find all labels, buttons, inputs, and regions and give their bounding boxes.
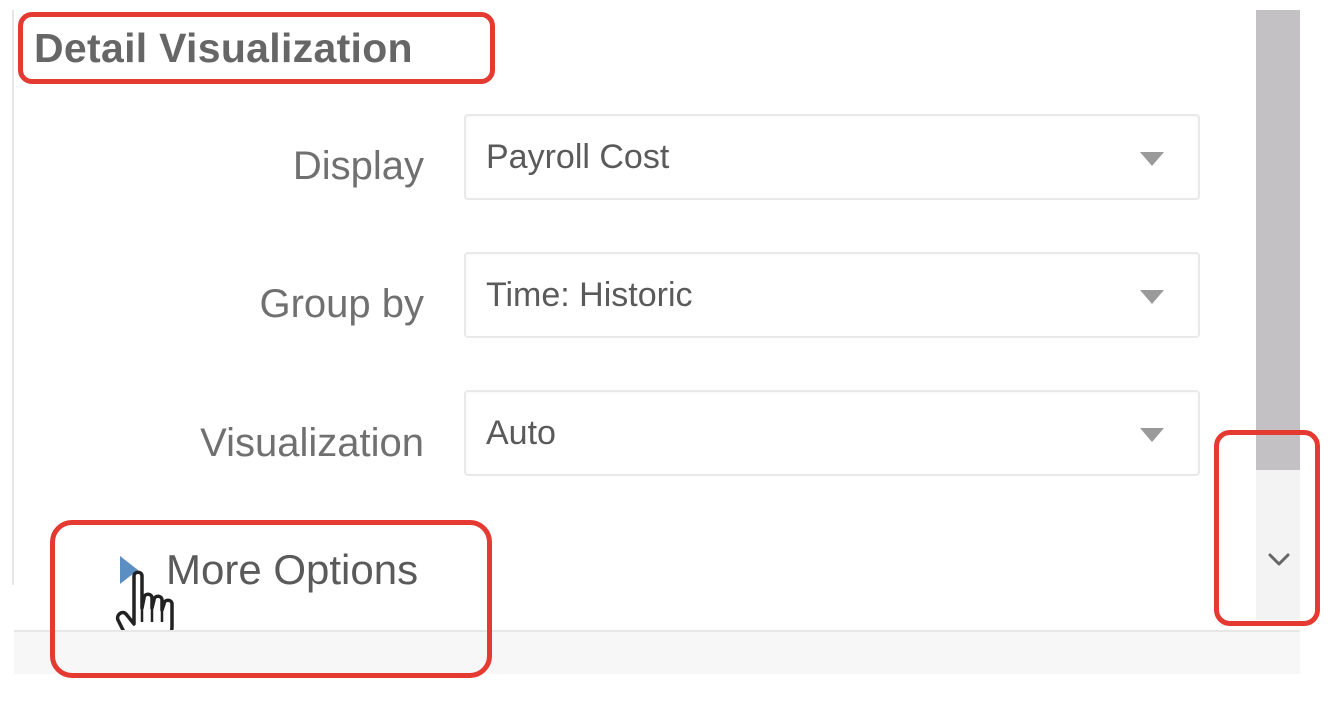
detail-visualization-panel: Detail Visualization Display Payroll Cos… [0, 0, 1338, 720]
group-by-select-value: Time: Historic [486, 276, 693, 314]
visualization-select[interactable]: Auto [464, 390, 1200, 476]
highlight-box-more-options [50, 520, 492, 678]
group-by-label: Group by [259, 282, 424, 326]
display-select[interactable]: Payroll Cost [464, 114, 1200, 200]
visualization-label: Visualization [200, 421, 424, 465]
highlight-box-title [18, 12, 495, 84]
caret-down-icon [1140, 290, 1164, 304]
display-select-value: Payroll Cost [486, 138, 670, 176]
scrollbar-thumb[interactable] [1256, 10, 1300, 470]
caret-down-icon [1140, 428, 1164, 442]
group-by-select[interactable]: Time: Historic [464, 252, 1200, 338]
visualization-select-value: Auto [486, 414, 556, 452]
panel-left-border [12, 10, 14, 585]
caret-down-icon [1140, 152, 1164, 166]
highlight-box-scrollbar [1214, 430, 1320, 626]
display-label: Display [292, 144, 424, 188]
